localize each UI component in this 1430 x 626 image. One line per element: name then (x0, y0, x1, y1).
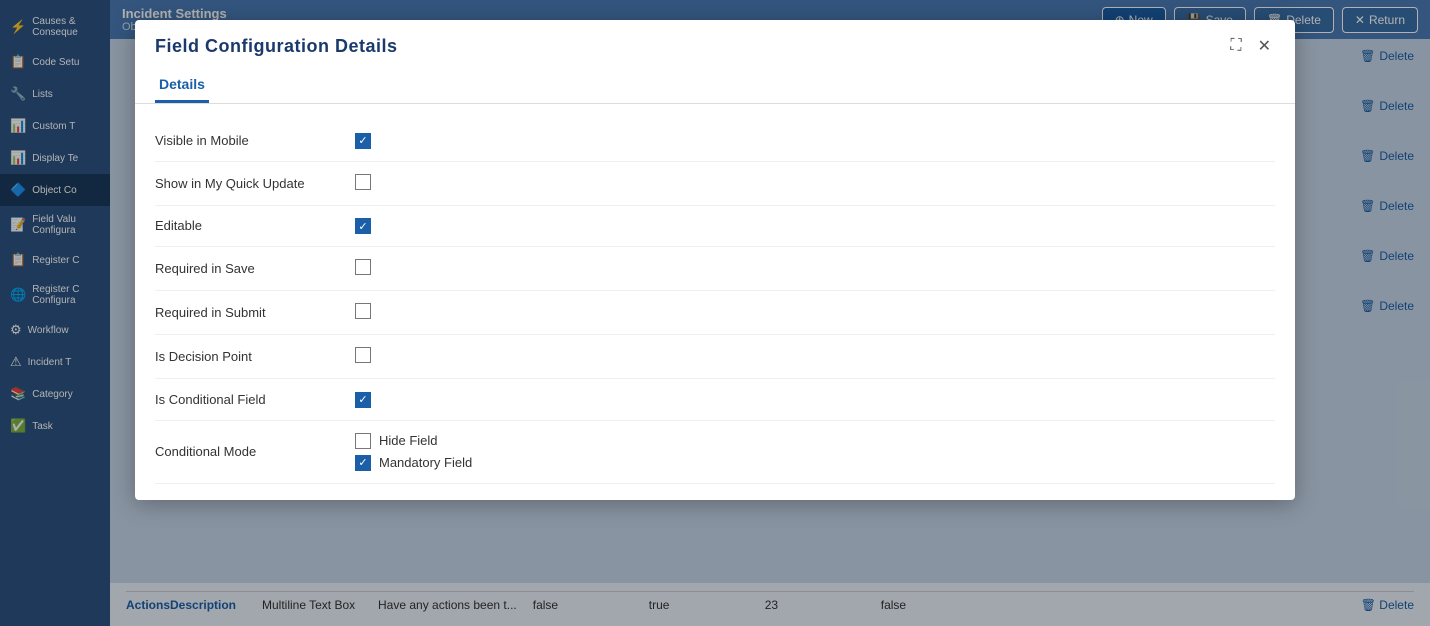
quick-update-label: Show in My Quick Update (155, 176, 355, 191)
expand-icon: ⛶ (1230, 37, 1241, 54)
required-save-label: Required in Save (155, 261, 355, 276)
modal-overlay: Field Configuration Details ⛶ ✕ Details … (0, 0, 1430, 626)
decision-point-label: Is Decision Point (155, 349, 355, 364)
mandatory-field-checkbox[interactable] (355, 455, 371, 471)
conditional-option-mandatory: Mandatory Field (355, 455, 1275, 471)
required-submit-control (355, 303, 1275, 322)
form-row-decision-point: Is Decision Point (155, 335, 1275, 379)
modal-body[interactable]: Visible in Mobile Show in My Quick Updat… (135, 104, 1295, 500)
modal-header: Field Configuration Details ⛶ ✕ (135, 20, 1295, 58)
form-row-required-submit: Required in Submit (155, 291, 1275, 335)
form-row-conditional-mode: Conditional Mode Hide Field Mandatory Fi… (155, 421, 1275, 484)
conditional-field-control (355, 391, 1275, 408)
modal-close-button[interactable]: ✕ (1254, 34, 1275, 58)
editable-checkbox[interactable] (355, 218, 371, 234)
visible-mobile-label: Visible in Mobile (155, 133, 355, 148)
conditional-mode-label: Conditional Mode (155, 444, 355, 459)
conditional-mode-options: Hide Field Mandatory Field (355, 433, 1275, 471)
form-row-conditional-field: Is Conditional Field (155, 379, 1275, 421)
visible-mobile-control (355, 132, 1275, 149)
quick-update-control (355, 174, 1275, 193)
required-save-control (355, 259, 1275, 278)
visible-mobile-checkbox[interactable] (355, 133, 371, 149)
form-row-editable: Editable (155, 206, 1275, 248)
mandatory-field-label: Mandatory Field (379, 455, 472, 470)
form-row-visible-mobile: Visible in Mobile (155, 120, 1275, 162)
form-row-quick-update: Show in My Quick Update (155, 162, 1275, 206)
tab-details-label: Details (159, 76, 205, 92)
conditional-field-checkbox[interactable] (355, 392, 371, 408)
tab-details[interactable]: Details (155, 68, 209, 103)
required-submit-checkbox[interactable] (355, 303, 371, 319)
editable-label: Editable (155, 218, 355, 233)
conditional-option-hide: Hide Field (355, 433, 1275, 449)
modal-expand-button[interactable]: ⛶ (1226, 34, 1245, 58)
required-save-checkbox[interactable] (355, 259, 371, 275)
quick-update-checkbox[interactable] (355, 174, 371, 190)
modal: Field Configuration Details ⛶ ✕ Details … (135, 20, 1295, 500)
modal-title: Field Configuration Details (155, 36, 398, 57)
hide-field-label: Hide Field (379, 433, 438, 448)
form-row-required-save: Required in Save (155, 247, 1275, 291)
modal-header-icons: ⛶ ✕ (1226, 34, 1275, 58)
editable-control (355, 218, 1275, 235)
hide-field-checkbox[interactable] (355, 433, 371, 449)
decision-point-control (355, 347, 1275, 366)
decision-point-checkbox[interactable] (355, 347, 371, 363)
required-submit-label: Required in Submit (155, 305, 355, 320)
conditional-mode-control: Hide Field Mandatory Field (355, 433, 1275, 471)
conditional-field-label: Is Conditional Field (155, 392, 355, 407)
modal-tabs: Details (135, 68, 1295, 104)
close-icon: ✕ (1258, 38, 1271, 55)
